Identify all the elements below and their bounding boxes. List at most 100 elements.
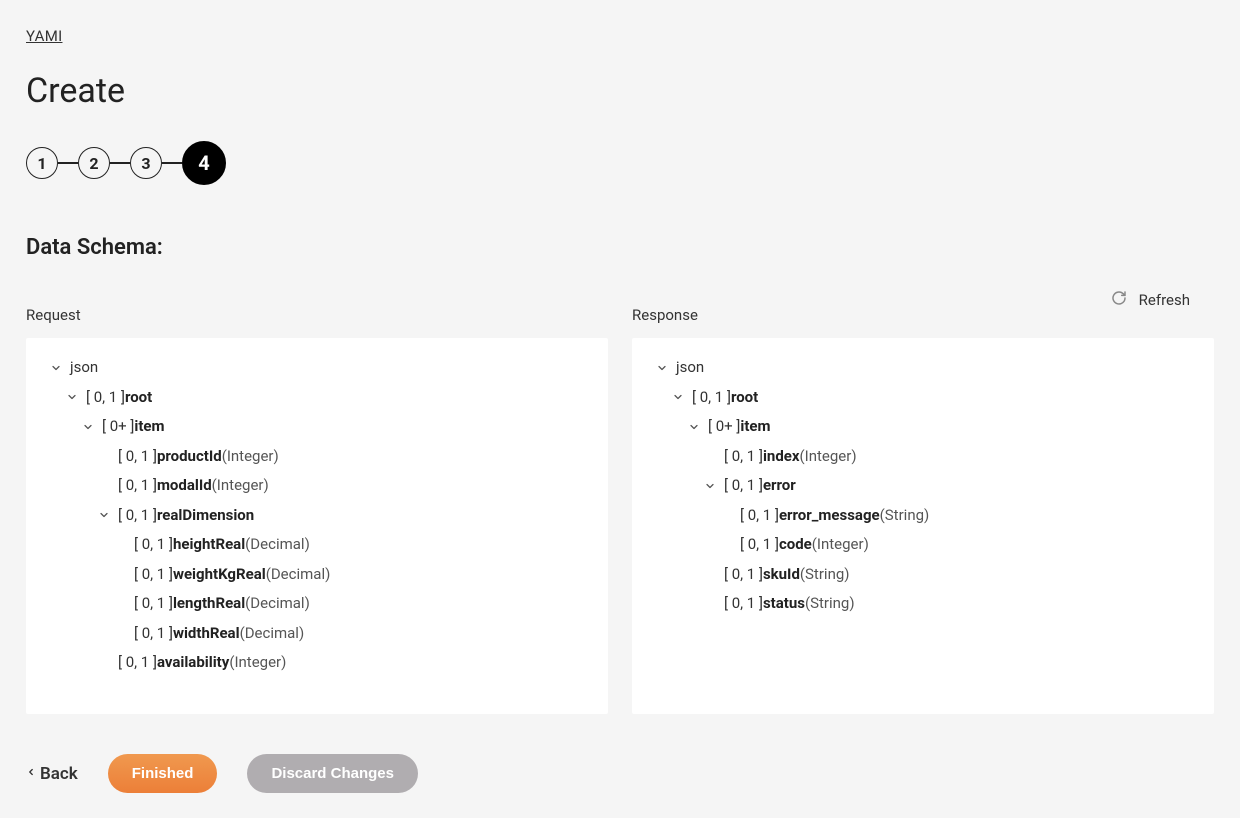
- node-name: status: [763, 594, 805, 614]
- node-type: (String): [800, 565, 850, 585]
- response-tree-row: [ 0, 1 ] status (String): [656, 594, 1190, 614]
- request-tree-row: [ 0, 1 ] heightReal (Decimal): [50, 535, 584, 555]
- node-name: index: [763, 447, 800, 467]
- request-tree-panel: json [ 0, 1 ] root [ 0+ ] item [ 0, 1 ] pro…: [26, 338, 608, 714]
- cardinality: [ 0, 1 ]: [724, 565, 763, 585]
- response-tree-row: [ 0, 1 ] error_message (String): [656, 506, 1190, 526]
- cardinality: [ 0, 1 ]: [118, 476, 157, 496]
- node-name: widthReal: [173, 624, 240, 644]
- step-connector: [110, 162, 130, 164]
- node-name: productId: [157, 447, 222, 467]
- request-tree-row[interactable]: [ 0, 1 ] root: [50, 388, 584, 408]
- step-connector: [162, 162, 182, 164]
- node-name: realDimension: [157, 506, 254, 526]
- chevron-left-icon: [26, 764, 36, 784]
- request-column: Request json[ 0, 1 ] root[ 0+ ] item[ 0,…: [26, 310, 608, 714]
- cardinality: [ 0, 1 ]: [740, 506, 779, 526]
- request-tree-row[interactable]: [ 0+ ] item: [50, 417, 584, 437]
- discard-button[interactable]: Discard Changes: [247, 754, 418, 793]
- node-type: (String): [880, 506, 930, 526]
- node-name: modalId: [157, 476, 212, 496]
- response-tree-row[interactable]: json: [656, 358, 1190, 378]
- node-name: json: [70, 358, 98, 378]
- node-type: (Decimal): [245, 535, 310, 555]
- node-name: json: [676, 358, 704, 378]
- cardinality: [ 0, 1 ]: [692, 388, 731, 408]
- response-tree-row: [ 0, 1 ] skuId (String): [656, 565, 1190, 585]
- node-type: (Integer): [229, 653, 286, 673]
- cardinality: [ 0, 1 ]: [724, 594, 763, 614]
- cardinality: [ 0, 1 ]: [118, 447, 157, 467]
- response-tree-panel: json [ 0, 1 ] root [ 0+ ] item [ 0, 1 ] ind…: [632, 338, 1214, 714]
- step-3[interactable]: 3: [130, 147, 162, 179]
- step-4[interactable]: 4: [182, 141, 226, 185]
- node-type: (Integer): [212, 476, 269, 496]
- response-column: Response json[ 0, 1 ] root[ 0+ ] item[ 0…: [632, 310, 1214, 714]
- node-type: (String): [805, 594, 855, 614]
- cardinality: [ 0, 1 ]: [134, 565, 173, 585]
- cardinality: [ 0, 1 ]: [118, 506, 157, 526]
- request-tree-row: [ 0, 1 ] lengthReal (Decimal): [50, 594, 584, 614]
- request-tree-row: [ 0, 1 ] modalId (Integer): [50, 476, 584, 496]
- cardinality: [ 0, 1 ]: [134, 535, 173, 555]
- finished-button[interactable]: Finished: [108, 754, 218, 793]
- response-tree-row[interactable]: [ 0, 1 ] error: [656, 476, 1190, 496]
- chevron-down-icon[interactable]: [672, 391, 688, 403]
- response-tree-row[interactable]: [ 0, 1 ] root: [656, 388, 1190, 408]
- cardinality: [ 0+ ]: [102, 417, 134, 437]
- node-type: (Decimal): [240, 624, 305, 644]
- node-name: weightKgReal: [173, 565, 266, 585]
- request-label: Request: [26, 306, 608, 324]
- chevron-down-icon[interactable]: [688, 421, 704, 433]
- node-name: item: [740, 417, 770, 437]
- step-2[interactable]: 2: [78, 147, 110, 179]
- response-label: Response: [632, 306, 1214, 324]
- back-label: Back: [40, 764, 78, 784]
- cardinality: [ 0+ ]: [708, 417, 740, 437]
- node-type: (Integer): [800, 447, 857, 467]
- node-type: (Decimal): [266, 565, 331, 585]
- cardinality: [ 0, 1 ]: [134, 624, 173, 644]
- node-name: code: [779, 535, 812, 555]
- node-name: availability: [157, 653, 229, 673]
- response-tree-row[interactable]: [ 0+ ] item: [656, 417, 1190, 437]
- section-header: Data Schema:: [26, 235, 1214, 260]
- cardinality: [ 0, 1 ]: [118, 653, 157, 673]
- stepper: 1234: [26, 141, 1214, 185]
- chevron-down-icon[interactable]: [656, 362, 672, 374]
- request-tree-row[interactable]: json: [50, 358, 584, 378]
- node-name: error_message: [779, 506, 880, 526]
- cardinality: [ 0, 1 ]: [724, 476, 763, 496]
- step-1[interactable]: 1: [26, 147, 58, 179]
- node-name: skuId: [763, 565, 800, 585]
- node-name: root: [125, 388, 152, 408]
- request-tree-row: [ 0, 1 ] weightKgReal (Decimal): [50, 565, 584, 585]
- request-tree-row: [ 0, 1 ] availability (Integer): [50, 653, 584, 673]
- request-tree-row: [ 0, 1 ] widthReal (Decimal): [50, 624, 584, 644]
- cardinality: [ 0, 1 ]: [724, 447, 763, 467]
- request-tree-row: [ 0, 1 ] productId (Integer): [50, 447, 584, 467]
- node-name: error: [763, 476, 796, 496]
- node-name: root: [731, 388, 758, 408]
- cardinality: [ 0, 1 ]: [740, 535, 779, 555]
- request-tree-row[interactable]: [ 0, 1 ] realDimension: [50, 506, 584, 526]
- chevron-down-icon[interactable]: [66, 391, 82, 403]
- page-title: Create: [26, 71, 1214, 111]
- node-type: (Integer): [222, 447, 279, 467]
- chevron-down-icon[interactable]: [98, 509, 114, 521]
- breadcrumb[interactable]: YAMI: [26, 27, 62, 45]
- node-name: lengthReal: [173, 594, 245, 614]
- cardinality: [ 0, 1 ]: [134, 594, 173, 614]
- chevron-down-icon[interactable]: [704, 480, 720, 492]
- node-type: (Decimal): [245, 594, 310, 614]
- back-button[interactable]: Back: [26, 764, 78, 784]
- node-name: item: [134, 417, 164, 437]
- node-type: (Integer): [812, 535, 869, 555]
- chevron-down-icon[interactable]: [82, 421, 98, 433]
- chevron-down-icon[interactable]: [50, 362, 66, 374]
- response-tree-row: [ 0, 1 ] code (Integer): [656, 535, 1190, 555]
- step-connector: [58, 162, 78, 164]
- node-name: heightReal: [173, 535, 245, 555]
- cardinality: [ 0, 1 ]: [86, 388, 125, 408]
- response-tree-row: [ 0, 1 ] index (Integer): [656, 447, 1190, 467]
